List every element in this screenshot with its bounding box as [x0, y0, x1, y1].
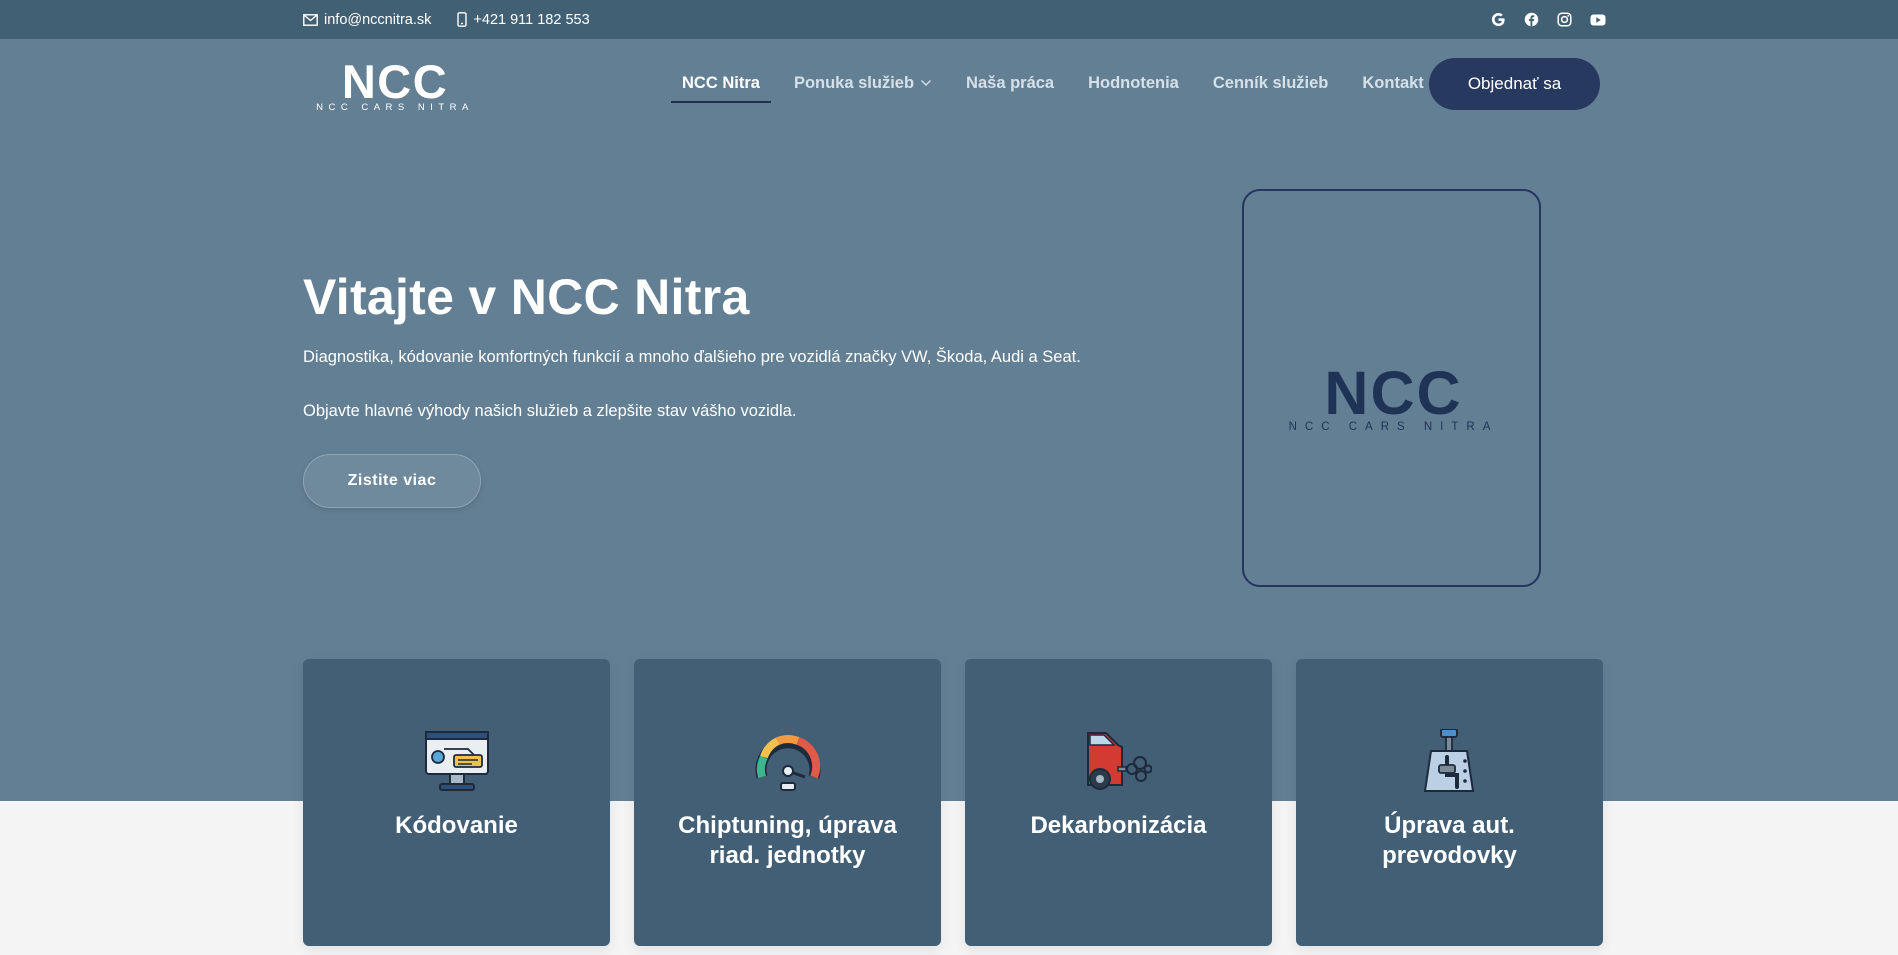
service-title: Chiptuning, úprava riad. jednotky: [678, 812, 897, 869]
service-card-kodovanie[interactable]: Kódovanie: [303, 659, 610, 946]
service-title: Úprava aut. prevodovky: [1382, 812, 1517, 869]
nav-item-cennik-sluzieb[interactable]: Cenník služieb: [1196, 57, 1346, 109]
nav-item-label: Ponuka služieb: [793, 73, 915, 92]
mobile-phone-icon: [457, 12, 468, 27]
service-title: Kódovanie: [395, 812, 518, 839]
order-button[interactable]: Objednať sa: [1429, 58, 1600, 110]
diagnostic-monitor-icon: [425, 731, 489, 791]
nav-item-kontakt[interactable]: Kontakt: [1345, 57, 1440, 109]
email-link[interactable]: info@nccnitra.sk: [303, 12, 431, 28]
email-text: info@nccnitra.sk: [324, 11, 432, 28]
nav-item-hodnotenia[interactable]: Hodnotenia: [1071, 57, 1196, 109]
service-title: Dekarbonizácia: [1030, 812, 1207, 839]
svg-text:NCC CARS NITRA: NCC CARS NITRA: [1289, 421, 1499, 432]
google-icon[interactable]: [1491, 12, 1506, 27]
youtube-icon[interactable]: [1590, 14, 1606, 26]
car-exhaust-icon: [1087, 732, 1152, 790]
social-links: [1491, 0, 1606, 39]
svg-text:NCC CARS NITRA: NCC CARS NITRA: [316, 102, 474, 111]
main-nav: NCC Nitra Ponuka služieb Naša práca Hodn…: [665, 57, 1441, 109]
chevron-down-icon: [921, 80, 932, 86]
hero-title: Vitajte v NCC Nitra: [303, 269, 750, 325]
services-list: Kódovanie Chiptuning, úprava riad. jedno…: [303, 659, 1603, 946]
nav-item-ponuka-sluzieb[interactable]: Ponuka služieb: [777, 57, 949, 109]
ncc-logo[interactable]: NCC NCC CARS NITRA: [303, 61, 487, 111]
phone-link[interactable]: +421 911 182 553: [457, 11, 590, 28]
svg-text:NCC: NCC: [342, 61, 448, 108]
facebook-icon[interactable]: [1524, 12, 1539, 27]
speedometer-icon: [755, 735, 821, 791]
instagram-icon[interactable]: [1557, 12, 1572, 27]
service-card-prevodovka[interactable]: Úprava aut. prevodovky: [1296, 659, 1603, 946]
phone-text: +421 911 182 553: [473, 11, 590, 28]
hero-logo-card: NCC NCC CARS NITRA: [1242, 189, 1541, 587]
nav-item-nasa-praca[interactable]: Naša práca: [949, 57, 1071, 109]
hero-description: Diagnostika, kódovanie komfortných funkc…: [303, 348, 1081, 366]
gear-shifter-icon: [1423, 729, 1475, 792]
nav-item-ncc-nitra[interactable]: NCC Nitra: [665, 57, 777, 109]
envelope-icon: [303, 13, 318, 26]
learn-more-button[interactable]: Zistite viac: [303, 454, 481, 508]
service-card-chiptuning[interactable]: Chiptuning, úprava riad. jednotky: [634, 659, 941, 946]
svg-text:NCC: NCC: [1324, 366, 1462, 427]
top-bar: info@nccnitra.sk +421 911 182 553: [0, 0, 1898, 39]
hero-subdescription: Objavte hlavné výhody našich služieb a z…: [303, 402, 797, 420]
service-card-dekarbonizacia[interactable]: Dekarbonizácia: [965, 659, 1272, 946]
contact-info: info@nccnitra.sk +421 911 182 553: [303, 0, 590, 39]
ncc-logo-large: NCC NCC CARS NITRA: [1289, 366, 1499, 432]
